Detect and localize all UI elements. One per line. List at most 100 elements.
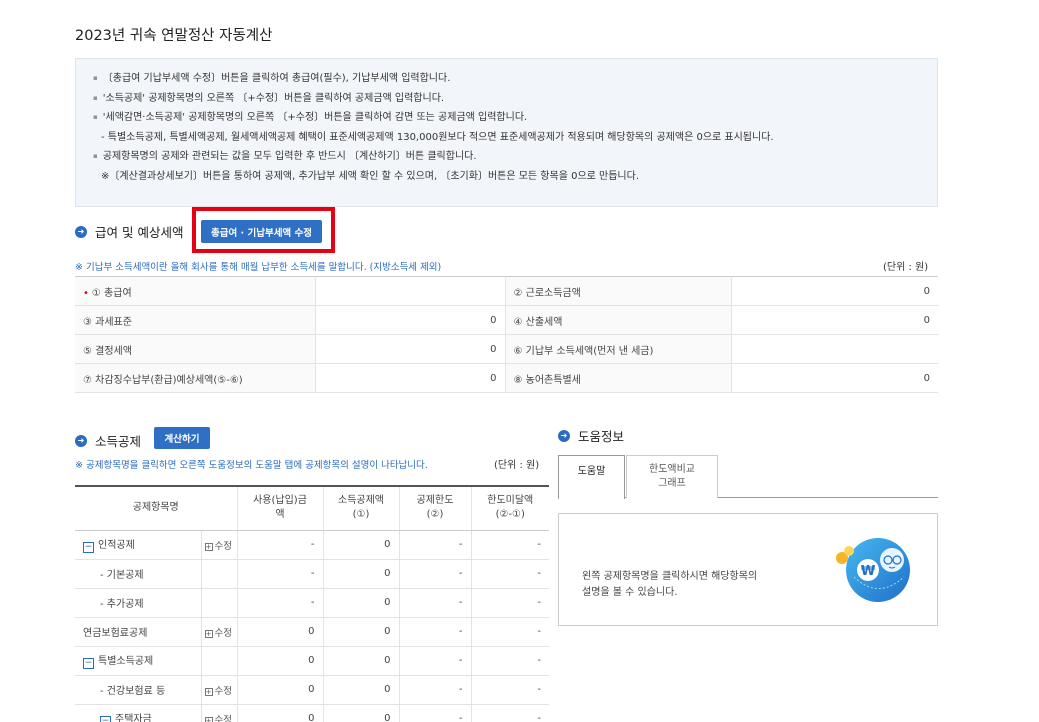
salary-table: • ① 총급여 ② 근로소득금액 0 ③ 과세표준 0 ④ 산출세액 0 ⑤ 결정세액 0 ⑥ 기납… [75,276,938,393]
salary-label: ⑦ 차감징수납부(환급)예상세액(⑤-⑥) [75,363,315,393]
salary-note: ※ 기납부 소득세액이란 올해 회사를 통해 매월 납부한 소득세를 말합니다.… [75,262,442,273]
table-row: - 추가공제 -0- - [75,588,549,618]
salary-label: ⑥ 기납부 소득세액(먼저 낸 세금) [504,334,731,364]
col-header-item: 공제항목명 [75,486,237,531]
arrow-circle-icon: ➜ [558,429,570,442]
help-section-header: ➜ 도움정보 [558,426,624,445]
limit-amount: - [398,530,471,560]
salary-row: ③ 과세표준 0 ④ 산출세액 0 [75,305,938,335]
salary-label: ④ 산출세액 [504,305,731,335]
notice-line: 〔총급여 기납부세액 수정〕버튼을 클릭하여 총급여(필수), 기납부세액 입력… [93,69,937,89]
limit-amount: - [398,704,471,722]
table-row: − 주택자금 + 수정 0 0- - [75,704,549,722]
instruction-notice: 〔총급여 기납부세액 수정〕버튼을 클릭하여 총급여(필수), 기납부세액 입력… [75,58,938,207]
salary-section-title: 급여 및 예상세액 [95,225,184,240]
deduction-item-name[interactable]: 연금보험료공제 [75,617,201,647]
shortfall-amount: - [470,646,549,676]
help-content-box: 왼쪽 공제항목명을 클릭하시면 해당항목의 설명을 볼 수 있습니다. ₩ [558,513,938,626]
shortfall-amount: - [470,675,549,705]
tab-help[interactable]: 도움말 [558,455,625,499]
col-header-limit: 공제한도 (②) [398,486,471,531]
salary-row: ⑤ 결정세액 0 ⑥ 기납부 소득세액(먼저 낸 세금) [75,334,938,364]
edit-cell-empty [200,559,237,589]
collapse-icon[interactable]: − [83,658,94,669]
total-salary-input[interactable] [314,276,505,306]
help-section-title: 도움정보 [578,429,625,444]
page-title: 2023년 귀속 연말정산 자동계산 [75,28,273,44]
deduction-amount: 0 [322,646,399,676]
arrow-circle-icon: ➜ [75,225,87,238]
svg-text:₩: ₩ [861,564,876,579]
deduction-note: ※ 공제항목명을 클릭하면 오른쪽 도움정보의 도움말 탭에 공제항목의 설명이… [75,460,428,471]
limit-amount: - [398,559,471,589]
deduction-amount: 0 [322,675,399,705]
shortfall-amount: - [470,704,549,722]
salary-label: ③ 과세표준 [75,305,315,335]
deduction-item-name[interactable]: − 주택자금 [75,704,201,722]
shortfall-amount: - [470,530,549,560]
used-amount: - [236,588,323,618]
salary-section-header: ➜ 급여 및 예상세액 [75,222,183,241]
col-header-shortfall: 한도미달액 (②-①) [470,486,549,531]
deduction-item-name[interactable]: − 인적공제 [75,530,201,560]
limit-amount: - [398,646,471,676]
deduction-item-name[interactable]: - 추가공제 [75,588,201,618]
deduction-unit: (단위 : 원) [494,460,540,471]
notice-line: ※〔계산결과상세보기〕버튼을 통하여 공제액, 추가납부 세액 확인 할 수 있… [101,170,640,182]
plus-icon: + [204,716,213,722]
table-row: 연금보험료공제 + 수정 0 0- - [75,617,549,647]
deduction-item-name[interactable]: - 건강보험료 등 [75,675,201,705]
limit-amount: - [398,588,471,618]
edit-cell-empty [200,646,237,676]
notice-line: '소득공제' 공제항목명의 오른쪽 〔+수정〕버튼을 클릭하여 공제금액 입력합… [93,89,937,109]
used-amount: - [236,559,323,589]
deduction-table: 공제항목명 사용(납입)금 액 소득공제액 (①) 공제한도 (②) 한도미달액 (②-… [75,485,549,722]
plus-icon: + [204,687,213,696]
calculate-button[interactable]: 계산하기 [154,427,210,449]
deduction-item-name[interactable]: - 기본공제 [75,559,201,589]
salary-value [730,334,938,364]
salary-value: 0 [314,334,505,364]
salary-label: ② 근로소득금액 [504,276,731,306]
collapse-icon[interactable]: − [83,542,94,553]
notice-line: '세액감면·소득공제' 공제항목명의 오른쪽 〔+수정〕버튼을 클릭하여 감면 … [93,108,937,128]
shortfall-amount: - [470,588,549,618]
deduction-amount: 0 [322,530,399,560]
help-text: 왼쪽 공제항목명을 클릭하시면 해당항목의 설명을 볼 수 있습니다. [582,571,758,598]
col-header-used: 사용(납입)금 액 [236,486,323,531]
limit-amount: - [398,675,471,705]
help-character-icon: ₩ [836,538,910,602]
shortfall-amount: - [470,559,549,589]
collapse-icon[interactable]: − [100,716,111,722]
salary-value: 0 [730,363,938,393]
shortfall-amount: - [470,617,549,647]
deduction-item-name[interactable]: − 특별소득공제 [75,646,201,676]
edit-button[interactable]: + 수정 [200,530,237,560]
salary-value: 0 [730,276,938,306]
notice-line: 공제항목명의 공제와 관련되는 값을 모두 입력한 후 반드시 〔계산하기〕버튼… [93,147,937,167]
deduction-amount: 0 [322,617,399,647]
required-mark-icon: • [83,287,89,299]
help-tabs: 도움말 한도액비교 그래프 [558,455,938,499]
table-row: - 기본공제 -0- - [75,559,549,589]
salary-value: 0 [314,305,505,335]
tab-limit-graph[interactable]: 한도액비교 그래프 [626,455,718,498]
plus-icon: + [204,542,213,551]
plus-icon: + [204,629,213,638]
salary-label: • ① 총급여 [75,276,315,306]
used-amount: 0 [236,646,323,676]
table-row: − 특별소득공제 0 0- - [75,646,549,676]
salary-row: ⑦ 차감징수납부(환급)예상세액(⑤-⑥) 0 ⑧ 농어촌특별세 0 [75,363,938,393]
deduction-section-header: ➜ 소득공제 [75,431,141,450]
salary-unit: (단위 : 원) [883,262,929,273]
salary-label: ⑧ 농어촌특별세 [504,363,731,393]
deduction-amount: 0 [322,588,399,618]
table-row: - 건강보험료 등 + 수정 0 0- - [75,675,549,705]
table-row: − 인적공제 + 수정 -0- - [75,530,549,560]
limit-amount: - [398,617,471,647]
notice-line: - 특별소득공제, 특별세액공제, 월세액세액공제 혜택이 표준세액공제액 13… [101,131,774,143]
edit-button[interactable]: + 수정 [200,617,237,647]
edit-button[interactable]: + 수정 [200,704,237,722]
deduction-amount: 0 [322,704,399,722]
edit-button[interactable]: + 수정 [200,675,237,705]
